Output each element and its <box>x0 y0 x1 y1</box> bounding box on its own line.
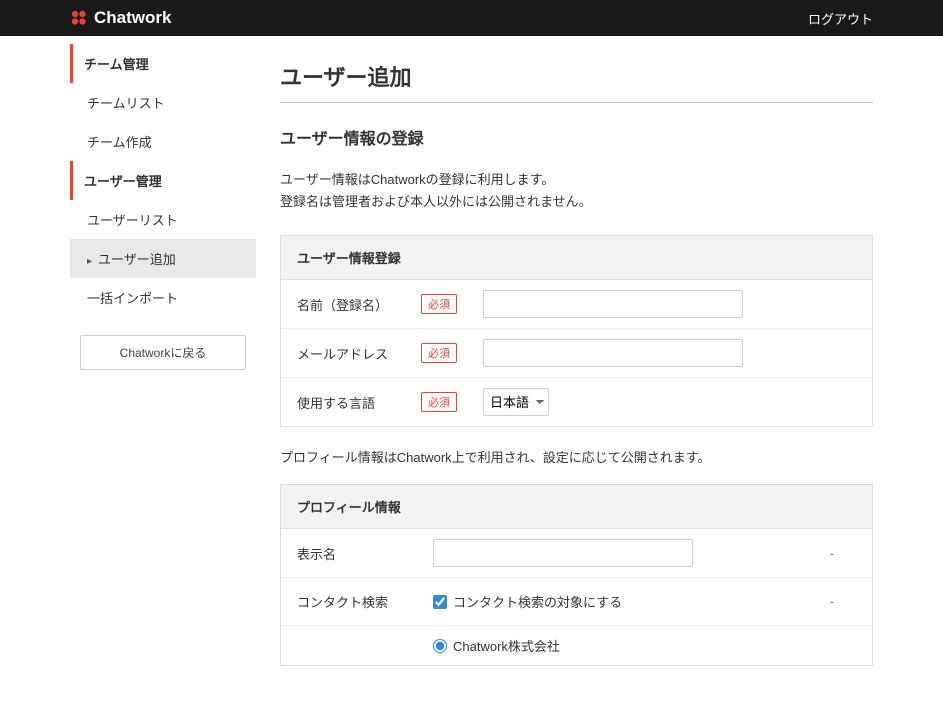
display-name-extra: - <box>792 546 872 561</box>
sidebar-item-team-list[interactable]: チームリスト <box>70 83 256 122</box>
required-badge: 必須 <box>421 294 457 314</box>
back-to-chatwork-button[interactable]: Chatworkに戻る <box>80 335 246 370</box>
required-badge: 必須 <box>421 392 457 412</box>
contact-search-checkbox-label: コンタクト検索の対象にする <box>453 592 622 611</box>
brand-name: Chatwork <box>94 8 171 28</box>
user-info-card-header: ユーザー情報登録 <box>281 236 872 280</box>
main-content: ユーザー追加 ユーザー情報の登録 ユーザー情報はChatworkの登録に利用しま… <box>256 36 943 710</box>
sidebar-item-team-create[interactable]: チーム作成 <box>70 122 256 161</box>
profile-info-card-header: プロフィール情報 <box>281 485 872 529</box>
row-name: 名前（登録名） 必須 <box>281 280 872 329</box>
profile-info-card: プロフィール情報 表示名 - コンタクト検索 コンタクト検索の対象にする - <box>280 484 873 666</box>
row-org: Chatwork株式会社 <box>281 626 872 665</box>
org-label <box>281 632 421 660</box>
brand-logo[interactable]: Chatwork <box>70 8 171 28</box>
contact-search-checkbox[interactable] <box>433 595 447 609</box>
row-language: 使用する言語 必須 日本語 <box>281 378 872 426</box>
logout-link[interactable]: ログアウト <box>808 9 873 28</box>
chatwork-logo-icon <box>70 9 88 27</box>
org-radio-label: Chatwork株式会社 <box>453 636 560 655</box>
app-header: Chatwork ログアウト <box>0 0 943 36</box>
required-badge: 必須 <box>421 343 457 363</box>
sidebar: チーム管理 チームリスト チーム作成 ユーザー管理 ユーザーリスト ユーザー追加… <box>70 36 256 710</box>
section-description: ユーザー情報はChatworkの登録に利用します。 登録名は管理者および本人以外… <box>280 169 873 213</box>
display-name-label: 表示名 <box>281 530 421 577</box>
contact-search-checkbox-wrapper[interactable]: コンタクト検索の対象にする <box>433 592 780 611</box>
sidebar-section-team[interactable]: チーム管理 <box>70 44 256 83</box>
profile-note: プロフィール情報はChatwork上で利用され、設定に応じて公開されます。 <box>280 447 873 466</box>
org-radio[interactable] <box>433 639 447 653</box>
sidebar-item-bulk-import[interactable]: 一括インポート <box>70 278 256 317</box>
name-input[interactable] <box>483 290 743 318</box>
name-label: 名前（登録名） <box>281 281 421 328</box>
contact-search-label: コンタクト検索 <box>281 578 421 625</box>
desc-line1: ユーザー情報はChatworkの登録に利用します。 <box>280 172 554 187</box>
email-label: メールアドレス <box>281 330 421 377</box>
section-subtitle: ユーザー情報の登録 <box>280 125 873 149</box>
sidebar-item-user-add[interactable]: ユーザー追加 <box>70 239 256 278</box>
page-title: ユーザー追加 <box>280 60 873 92</box>
title-divider <box>280 102 873 103</box>
row-display-name: 表示名 - <box>281 529 872 578</box>
contact-search-extra: - <box>792 594 872 609</box>
row-contact-search: コンタクト検索 コンタクト検索の対象にする - <box>281 578 872 626</box>
sidebar-item-user-list[interactable]: ユーザーリスト <box>70 200 256 239</box>
email-input[interactable] <box>483 339 743 367</box>
sidebar-section-user[interactable]: ユーザー管理 <box>70 161 256 200</box>
language-label: 使用する言語 <box>281 379 421 426</box>
user-info-card: ユーザー情報登録 名前（登録名） 必須 メールアドレス 必須 使用する言語 必須… <box>280 235 873 427</box>
language-select[interactable]: 日本語 <box>483 388 549 416</box>
desc-line2: 登録名は管理者および本人以外には公開されません。 <box>280 194 592 209</box>
org-radio-wrapper[interactable]: Chatwork株式会社 <box>433 636 780 655</box>
row-email: メールアドレス 必須 <box>281 329 872 378</box>
